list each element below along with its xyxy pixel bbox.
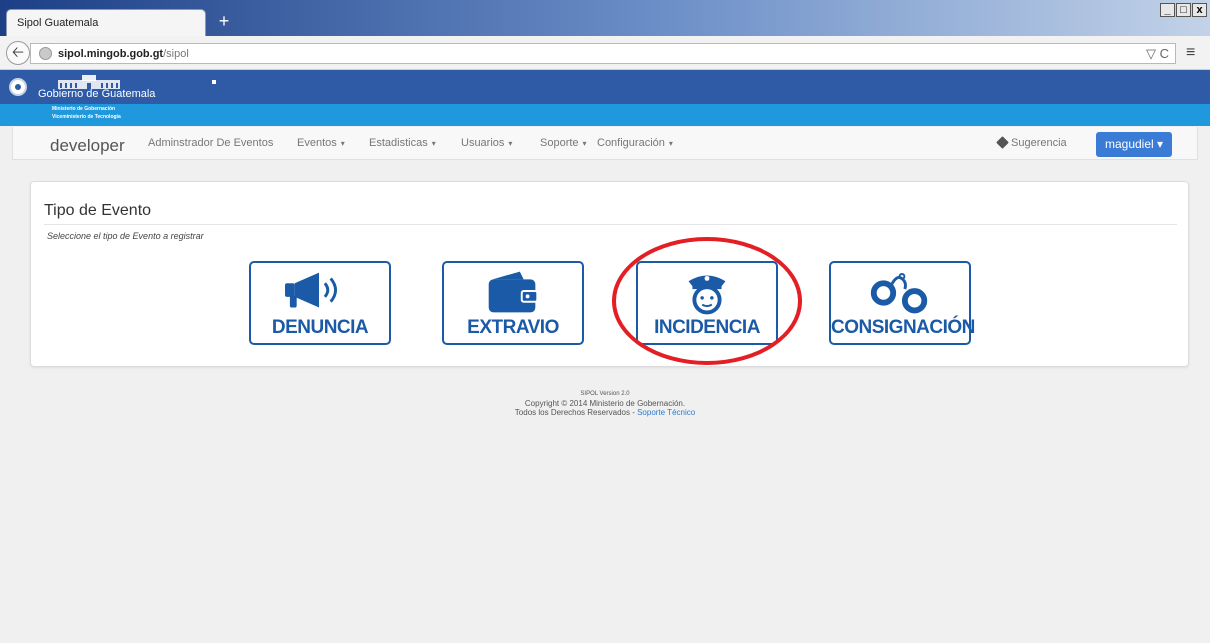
- header-dot: [212, 80, 216, 84]
- nav-item-adminstrador[interactable]: Adminstrador De Eventos: [148, 137, 273, 149]
- government-name: Gobierno de Guatemala: [38, 88, 156, 100]
- extravio-label: EXTRAVIO: [467, 317, 559, 338]
- nav-item-soporte[interactable]: Soporte ▾: [540, 137, 587, 149]
- handcuffs-icon: [870, 273, 928, 314]
- caret-down-icon: ▾: [431, 139, 436, 148]
- caret-down-icon: ▾: [508, 139, 513, 148]
- wallet-icon: [488, 271, 539, 313]
- brand[interactable]: developer: [50, 136, 125, 156]
- nav-item-estadisticas[interactable]: Estadisticas ▾: [369, 137, 436, 149]
- nav-item-configuracion[interactable]: Configuración ▾: [597, 137, 673, 149]
- nav-item-eventos[interactable]: Eventos ▾: [297, 137, 345, 149]
- reload-icon[interactable]: ▽ C: [1146, 46, 1169, 62]
- consignacion-label: CONSIGNACIÓN: [831, 317, 975, 338]
- minimize-button[interactable]: _: [1160, 3, 1175, 17]
- footer-version: SIPOL Version 2.0: [580, 391, 630, 397]
- ministry-bar: Ministerio de Gobernación Viceministerio…: [0, 104, 1210, 126]
- address-bar[interactable]: sipol.mingob.gob.gt/sipol ▽ C: [30, 43, 1176, 64]
- user-menu-button[interactable]: magudiel ▾: [1096, 132, 1172, 157]
- url-text: sipol.mingob.gob.gt/sipol: [58, 48, 189, 60]
- ministry-name: Ministerio de Gobernación: [52, 106, 116, 112]
- browser-tab[interactable]: Sipol Guatemala: [6, 9, 206, 36]
- extravio-button[interactable]: EXTRAVIO: [442, 261, 584, 345]
- maximize-button[interactable]: □: [1176, 3, 1191, 17]
- denuncia-label: DENUNCIA: [271, 317, 369, 338]
- caret-down-icon: ▾: [668, 139, 673, 148]
- highlight-circle: [612, 237, 802, 365]
- window-controls: _ □ x: [1160, 3, 1207, 17]
- new-tab-button[interactable]: +: [212, 10, 236, 32]
- suggestion-link[interactable]: Sugerencia: [996, 136, 1067, 149]
- panel-subtitle: Seleccione el tipo de Evento a registrar: [47, 231, 204, 241]
- nav-item-usuarios[interactable]: Usuarios ▾: [461, 137, 512, 149]
- megaphone-icon: [285, 272, 337, 308]
- hamburger-menu-icon[interactable]: ≡: [1186, 44, 1195, 62]
- palace-logo-icon: [58, 75, 120, 89]
- close-button[interactable]: x: [1192, 3, 1207, 17]
- event-type-panel: Tipo de Evento Seleccione el tipo de Eve…: [30, 181, 1189, 367]
- consignacion-button[interactable]: CONSIGNACIÓN: [829, 261, 975, 345]
- page-title: Tipo de Evento: [44, 202, 152, 219]
- divider: [44, 224, 1177, 225]
- support-link[interactable]: Soporte Técnico: [637, 408, 695, 417]
- footer-rights: Todos los Derechos Reservados - Soporte …: [514, 408, 696, 417]
- browser-titlebar: Sipol Guatemala + _ □ x: [0, 0, 1210, 36]
- app-navbar: developer Adminstrador De Eventos Evento…: [12, 127, 1198, 160]
- arrow-left-icon: 🡠: [11, 44, 25, 61]
- footer: SIPOL Version 2.0 Copyright © 2014 Minis…: [0, 390, 1210, 417]
- tag-icon: [996, 136, 1009, 149]
- denuncia-button[interactable]: DENUNCIA: [249, 261, 391, 345]
- globe-icon: [39, 47, 52, 60]
- caret-down-icon: ▾: [340, 139, 345, 148]
- guatemala-seal-icon: [9, 78, 27, 96]
- government-header: Gobierno de Guatemala: [0, 70, 1210, 104]
- footer-copyright: Copyright © 2014 Ministerio de Gobernaci…: [524, 399, 686, 408]
- viceministry-name: Viceministerio de Tecnología: [52, 114, 121, 120]
- back-button[interactable]: 🡠: [6, 41, 30, 65]
- browser-navbar: sipol.mingob.gob.gt/sipol ▽ C 🡠 ≡: [0, 36, 1210, 70]
- tab-title: Sipol Guatemala: [17, 17, 99, 29]
- caret-down-icon: ▾: [582, 139, 587, 148]
